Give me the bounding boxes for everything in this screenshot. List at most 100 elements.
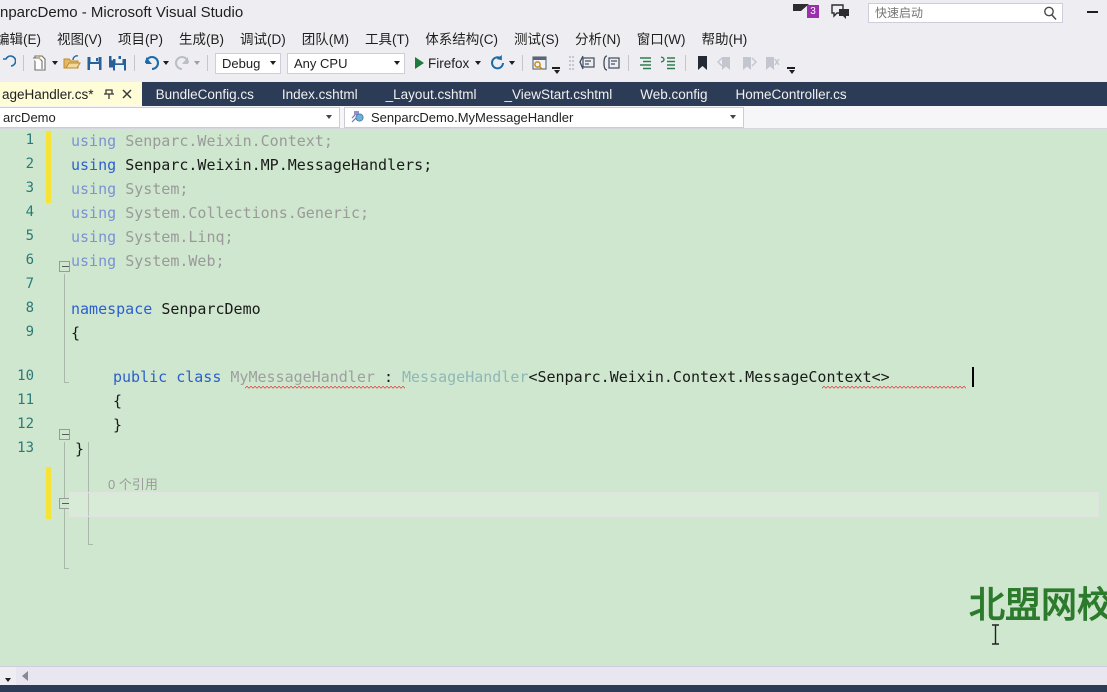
code-line-4[interactable]: using System.Collections.Generic; bbox=[71, 204, 369, 222]
toolbar-overflow-button[interactable] bbox=[785, 52, 797, 74]
code-navigation-bar: arcDemo SenparcDemo.MyMessageHandler bbox=[0, 106, 1107, 129]
code-line-2[interactable]: using Senparc.Weixin.MP.MessageHandlers; bbox=[71, 156, 432, 174]
brace-open-ns: { bbox=[71, 324, 81, 342]
new-item-dropdown-caret[interactable] bbox=[52, 61, 58, 65]
open-file-button[interactable] bbox=[60, 52, 83, 74]
save-all-button[interactable] bbox=[106, 52, 129, 74]
save-button[interactable] bbox=[83, 52, 106, 74]
code-line-12[interactable]: } bbox=[113, 416, 122, 434]
fold-guide-namespace-end bbox=[64, 568, 69, 569]
kw-using-2: using bbox=[71, 156, 117, 174]
undo-arrow-icon bbox=[144, 55, 160, 71]
generic-args: <Senparc.Weixin.Context.MessageContext<> bbox=[528, 368, 890, 386]
menu-item-window[interactable]: 窗口(W) bbox=[629, 26, 694, 50]
code-line-10[interactable]: public class MyMessageHandler : MessageH… bbox=[113, 368, 890, 386]
project-scope-caret[interactable] bbox=[326, 115, 332, 119]
new-file-icon bbox=[33, 55, 46, 71]
quick-launch-input[interactable] bbox=[869, 6, 1040, 20]
menu-item-tools[interactable]: 工具(T) bbox=[357, 26, 417, 50]
bookmark-icon bbox=[698, 56, 708, 70]
feedback-icon[interactable] bbox=[831, 4, 851, 20]
line-number: 12 bbox=[17, 416, 34, 432]
surround-with-button[interactable] bbox=[600, 52, 623, 74]
minimize-button[interactable] bbox=[1080, 2, 1104, 22]
ns-6: System.Web; bbox=[125, 252, 225, 270]
menu-item-test[interactable]: 测试(S) bbox=[506, 26, 567, 50]
kw-using-4: using bbox=[71, 204, 117, 222]
menu-item-team[interactable]: 团队(M) bbox=[294, 26, 357, 50]
insert-snippet-button[interactable] bbox=[577, 52, 600, 74]
menu-item-help[interactable]: 帮助(H) bbox=[693, 26, 755, 50]
toggle-bookmark-button[interactable] bbox=[691, 52, 714, 74]
start-debug-caret[interactable] bbox=[475, 61, 482, 65]
menu-item-architecture[interactable]: 体系结构(C) bbox=[417, 26, 506, 50]
start-debug-button[interactable]: Firefox bbox=[413, 52, 483, 74]
colon-token: : bbox=[383, 368, 393, 386]
tab-index-cshtml[interactable]: Index.cshtml bbox=[268, 82, 372, 106]
kw-using-1: using bbox=[71, 132, 117, 150]
toolbar-separator-6 bbox=[685, 55, 687, 71]
tab-bundleconfig-cs[interactable]: BundleConfig.cs bbox=[142, 82, 268, 106]
solution-configuration-caret[interactable] bbox=[270, 61, 276, 65]
quick-launch-box[interactable] bbox=[868, 3, 1063, 23]
tab-layout-cshtml[interactable]: _Layout.cshtml bbox=[372, 82, 491, 106]
refresh-caret[interactable] bbox=[509, 61, 516, 65]
solution-platform-caret[interactable] bbox=[394, 61, 400, 65]
pin-icon[interactable] bbox=[102, 87, 116, 101]
notifications-flag-icon[interactable]: 3 bbox=[793, 3, 819, 21]
menu-item-view[interactable]: 视图(V) bbox=[49, 26, 110, 50]
scrollbar-corner-dropdown[interactable] bbox=[0, 666, 16, 686]
dotted-handle[interactable] bbox=[566, 52, 577, 74]
tab-homecontroller-cs[interactable]: HomeController.cs bbox=[722, 82, 861, 106]
fold-toggle-namespace[interactable] bbox=[59, 429, 70, 440]
solution-configuration-combo[interactable]: Debug bbox=[215, 52, 281, 74]
change-marker-class bbox=[46, 467, 51, 519]
code-surface[interactable]: 1 2 3 4 5 6 7 8 9 10 11 12 13 using Senp… bbox=[0, 129, 1107, 666]
close-icon[interactable] bbox=[120, 87, 134, 101]
tab-mymessagehandler-cs[interactable]: ageHandler.cs* bbox=[0, 82, 142, 106]
code-line-13[interactable]: } bbox=[75, 440, 84, 458]
code-line-5[interactable]: using System.Linq; bbox=[71, 228, 234, 246]
menu-item-project[interactable]: 项目(P) bbox=[110, 26, 171, 50]
tab-strip-filler bbox=[861, 82, 1107, 106]
code-line-9[interactable]: { bbox=[71, 324, 80, 342]
project-scope-combo[interactable]: arcDemo bbox=[0, 106, 340, 128]
code-line-6[interactable]: using System.Web; bbox=[71, 252, 225, 270]
solution-platform-combo[interactable]: Any CPU bbox=[287, 52, 405, 74]
uncomment-lines-button[interactable] bbox=[657, 52, 680, 74]
menu-item-debug[interactable]: 调试(D) bbox=[232, 26, 294, 50]
undo-button[interactable] bbox=[140, 52, 171, 74]
new-item-button[interactable] bbox=[29, 52, 60, 74]
menu-item-build[interactable]: 生成(B) bbox=[171, 26, 232, 50]
undo-dropdown-caret[interactable] bbox=[163, 61, 169, 65]
next-bookmark-button bbox=[737, 52, 760, 74]
code-line-3[interactable]: using System; bbox=[71, 180, 188, 198]
code-line-11[interactable]: { bbox=[113, 392, 122, 410]
refresh-icon bbox=[491, 55, 505, 70]
ns-5: System.Linq; bbox=[125, 228, 234, 246]
code-line-8[interactable]: namespace SenparcDemo bbox=[71, 300, 261, 318]
ns-2: Senparc.Weixin.MP.MessageHandlers; bbox=[125, 156, 433, 174]
member-scope-combo[interactable]: SenparcDemo.MyMessageHandler bbox=[344, 106, 744, 128]
find-overflow-button[interactable] bbox=[550, 52, 562, 74]
line-number: 5 bbox=[25, 228, 34, 244]
menu-item-edit[interactable]: 编辑(E) bbox=[0, 26, 49, 50]
comment-lines-button[interactable] bbox=[634, 52, 657, 74]
code-editor[interactable]: 1 2 3 4 5 6 7 8 9 10 11 12 13 using Senp… bbox=[0, 129, 1107, 666]
horizontal-scrollbar[interactable] bbox=[0, 666, 1107, 686]
member-scope-caret[interactable] bbox=[730, 115, 736, 119]
fold-toggle-usings[interactable] bbox=[59, 261, 70, 272]
tab-web-config[interactable]: Web.config bbox=[626, 82, 721, 106]
menu-item-analyze[interactable]: 分析(N) bbox=[567, 26, 629, 50]
refresh-button[interactable] bbox=[487, 52, 517, 74]
scroll-left-button[interactable] bbox=[16, 667, 34, 686]
text-caret bbox=[972, 367, 974, 387]
code-line-1[interactable]: using Senparc.Weixin.Context; bbox=[71, 132, 333, 150]
snippet-icon bbox=[579, 55, 595, 70]
fold-guide-usings bbox=[64, 274, 65, 382]
project-scope-value: arcDemo bbox=[3, 109, 56, 125]
find-in-window-button[interactable] bbox=[528, 52, 550, 74]
tab-viewstart-cshtml[interactable]: _ViewStart.cshtml bbox=[490, 82, 626, 106]
navigate-backward-button[interactable] bbox=[0, 52, 18, 74]
codelens-reference-count[interactable]: 0 个引用 bbox=[108, 474, 158, 493]
